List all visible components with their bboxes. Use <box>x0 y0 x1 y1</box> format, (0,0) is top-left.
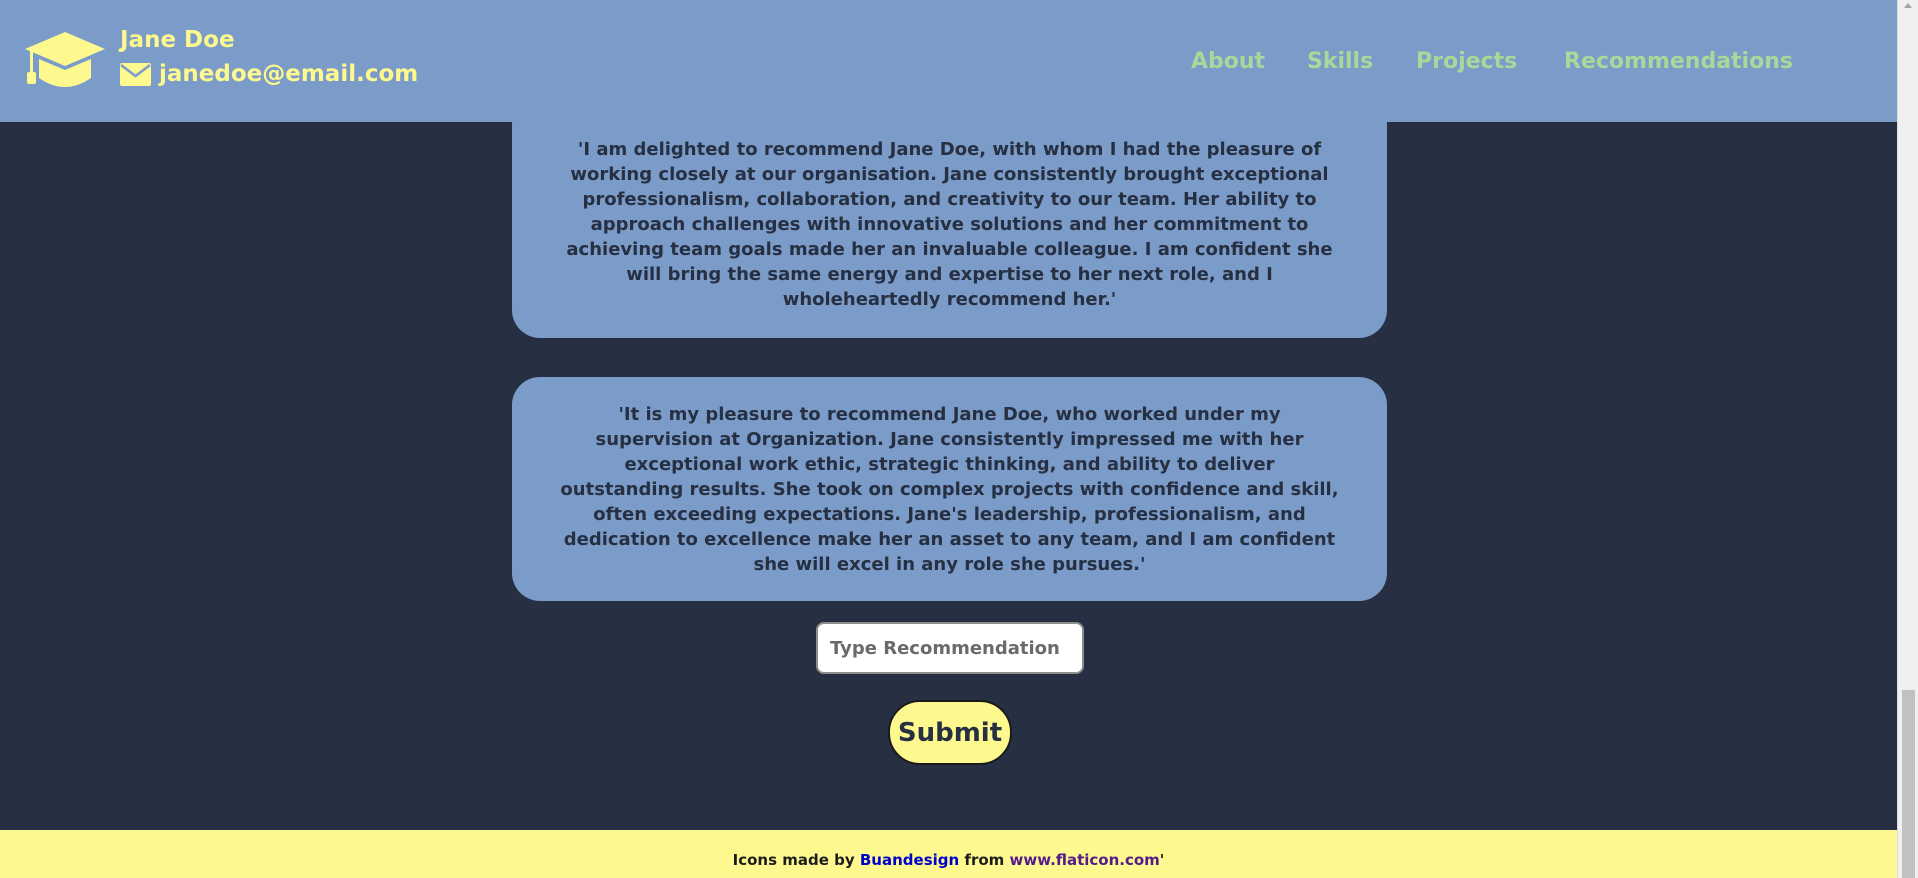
scroll-up-arrow-icon[interactable] <box>1904 3 1912 8</box>
recommendation-text: 'It is my pleasure to recommend Jane Doe… <box>560 403 1339 575</box>
page: 'I am delighted to recommend Jane Doe, w… <box>0 0 1897 878</box>
nav-skills[interactable]: Skills <box>1307 49 1373 74</box>
envelope-icon <box>120 62 151 86</box>
footer-site-link[interactable]: www.flaticon.com <box>1010 851 1160 869</box>
user-name: Jane Doe <box>120 27 235 53</box>
recommendation-card: 'It is my pleasure to recommend Jane Doe… <box>512 377 1387 601</box>
nav-about[interactable]: About <box>1191 49 1265 74</box>
recommendation-input[interactable] <box>816 622 1084 674</box>
nav-projects[interactable]: Projects <box>1416 49 1517 74</box>
nav-recommendations[interactable]: Recommendations <box>1564 49 1793 74</box>
vertical-scrollbar[interactable] <box>1897 0 1918 878</box>
scrollbar-thumb[interactable] <box>1902 690 1915 878</box>
footer-prefix: Icons made by <box>732 851 855 869</box>
submit-button[interactable]: Submit <box>888 700 1012 765</box>
footer: Icons made by Buandesign from www.flatic… <box>0 830 1897 878</box>
graduation-cap-icon <box>25 32 105 87</box>
header: Jane Doe janedoe@email.com About Skills … <box>0 0 1897 122</box>
email-row: janedoe@email.com <box>120 61 418 87</box>
footer-middle: from <box>964 851 1005 869</box>
recommendation-text: 'I am delighted to recommend Jane Doe, w… <box>566 139 1333 310</box>
footer-suffix: ' <box>1159 851 1165 869</box>
recommendation-card: 'I am delighted to recommend Jane Doe, w… <box>512 95 1387 338</box>
footer-author-link[interactable]: Buandesign <box>860 851 959 869</box>
email-address: janedoe@email.com <box>159 61 419 87</box>
